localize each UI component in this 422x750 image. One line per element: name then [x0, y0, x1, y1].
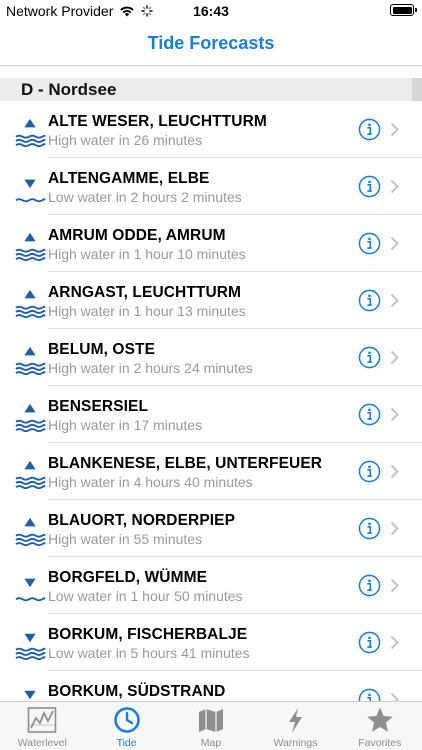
station-name: ALTENGAMME, ELBE	[48, 170, 210, 187]
station-row[interactable]: ARNGAST, LEUCHTTURM High water in 1 hour …	[0, 272, 422, 329]
station-row[interactable]: BORKUM, SÜDSTRAND	[0, 671, 422, 701]
tide-rising-icon	[14, 231, 46, 262]
station-tide-status: High water in 26 minutes	[48, 132, 203, 148]
tide-rising-icon	[14, 288, 46, 319]
station-tide-status: Low water in 2 hours 2 minutes	[48, 189, 242, 205]
tab-map[interactable]: Map	[169, 702, 253, 750]
station-name: ALTE WESER, LEUCHTTURM	[48, 113, 267, 130]
tide-falling-icon	[14, 630, 46, 661]
station-name: BORGFELD, WÜMME	[48, 569, 208, 586]
chevron-right-icon	[390, 293, 399, 308]
tab-label: Favorites	[358, 737, 402, 749]
chevron-right-icon	[390, 578, 399, 593]
info-icon[interactable]	[358, 574, 381, 597]
chevron-right-icon	[390, 236, 399, 251]
station-tide-status: High water in 55 minutes	[48, 531, 203, 547]
station-row[interactable]: BLAUORT, NORDERPIEP High water in 55 minu…	[0, 500, 422, 557]
tide-falling-icon	[14, 573, 46, 603]
info-icon[interactable]	[358, 232, 381, 255]
station-row[interactable]: AMRUM ODDE, AMRUM High water in 1 hour 10…	[0, 215, 422, 272]
info-icon[interactable]	[358, 631, 381, 654]
station-row[interactable]: BLANKENESE, ELBE, UNTERFEUER High water i…	[0, 443, 422, 500]
station-tide-status: Low water in 1 hour 50 minutes	[48, 588, 243, 604]
tide-falling-icon	[14, 174, 46, 204]
station-row[interactable]: BORGFELD, WÜMME Low water in 1 hour 50 mi…	[0, 557, 422, 614]
chevron-right-icon	[390, 350, 399, 365]
page-title: Tide Forecasts	[147, 33, 275, 53]
station-name: BORKUM, SÜDSTRAND	[48, 683, 226, 700]
tab-bar: Waterlevel Tide Map Warnings Favorites	[0, 701, 422, 750]
chevron-right-icon	[390, 464, 399, 479]
chevron-right-icon	[390, 521, 399, 536]
station-row[interactable]: ALTE WESER, LEUCHTTURM High water in 26 m…	[0, 101, 422, 158]
chevron-right-icon	[390, 692, 399, 701]
tab-label: Map	[200, 737, 222, 749]
tide-rising-icon	[14, 459, 46, 490]
chevron-right-icon	[390, 179, 399, 194]
station-tide-status: High water in 2 hours 24 minutes	[48, 360, 253, 376]
map-icon	[196, 706, 226, 734]
station-tide-status: Low water in 5 hours 41 minutes	[48, 645, 250, 661]
tab-favorites[interactable]: Favorites	[338, 702, 422, 750]
info-icon[interactable]	[358, 460, 381, 483]
chart-icon	[27, 706, 57, 734]
chevron-right-icon	[390, 635, 399, 650]
info-icon[interactable]	[358, 517, 381, 540]
tide-rising-icon	[14, 117, 46, 148]
tide-rising-icon	[14, 402, 46, 433]
tide-falling-icon	[14, 687, 46, 701]
info-icon[interactable]	[358, 118, 381, 141]
navigation-bar: Tide Forecasts	[0, 22, 422, 66]
info-icon[interactable]	[358, 346, 381, 369]
station-name: AMRUM ODDE, AMRUM	[48, 227, 226, 244]
clock-icon	[112, 706, 142, 734]
tab-tide[interactable]: Tide	[84, 702, 168, 750]
lightning-icon	[280, 706, 310, 734]
info-icon[interactable]	[358, 175, 381, 198]
scroll-indicator[interactable]	[412, 78, 422, 101]
station-name: BLAUORT, NORDERPIEP	[48, 512, 236, 529]
station-row[interactable]: ALTENGAMME, ELBE Low water in 2 hours 2 m…	[0, 158, 422, 215]
tab-waterlevel[interactable]: Waterlevel	[0, 702, 84, 750]
status-time: 16:43	[193, 3, 229, 19]
status-bar: Network Provider 16:43	[0, 0, 422, 22]
section-title: D - Nordsee	[21, 79, 117, 99]
tab-warnings[interactable]: Warnings	[253, 702, 337, 750]
station-list[interactable]: ALTE WESER, LEUCHTTURM High water in 26 m…	[0, 101, 422, 701]
tab-label: Tide	[116, 737, 137, 749]
chevron-right-icon	[390, 122, 399, 137]
station-tide-status: High water in 1 hour 13 minutes	[48, 303, 246, 319]
tide-rising-icon	[14, 345, 46, 376]
station-tide-status: High water in 4 hours 40 minutes	[48, 474, 253, 490]
station-tide-status: High water in 17 minutes	[48, 417, 203, 433]
section-header: D - Nordsee	[0, 78, 412, 101]
info-icon[interactable]	[358, 688, 381, 701]
info-icon[interactable]	[358, 403, 381, 426]
station-row[interactable]: BENSERSIEL High water in 17 minutes	[0, 386, 422, 443]
station-name: BELUM, OSTE	[48, 341, 156, 358]
station-name: BLANKENESE, ELBE, UNTERFEUER	[48, 455, 323, 472]
star-icon	[365, 706, 395, 734]
station-name: BENSERSIEL	[48, 398, 149, 415]
tide-rising-icon	[14, 516, 46, 547]
station-row[interactable]: BELUM, OSTE High water in 2 hours 24 minu…	[0, 329, 422, 386]
station-name: BORKUM, FISCHERBALJE	[48, 626, 248, 643]
tab-label: Warnings	[273, 737, 318, 749]
tab-label: Waterlevel	[17, 737, 67, 749]
station-name: ARNGAST, LEUCHTTURM	[48, 284, 242, 301]
info-icon[interactable]	[358, 289, 381, 312]
station-row[interactable]: BORKUM, FISCHERBALJE Low water in 5 hours…	[0, 614, 422, 671]
station-tide-status: High water in 1 hour 10 minutes	[48, 246, 246, 262]
chevron-right-icon	[390, 407, 399, 422]
battery-icon	[390, 4, 417, 16]
